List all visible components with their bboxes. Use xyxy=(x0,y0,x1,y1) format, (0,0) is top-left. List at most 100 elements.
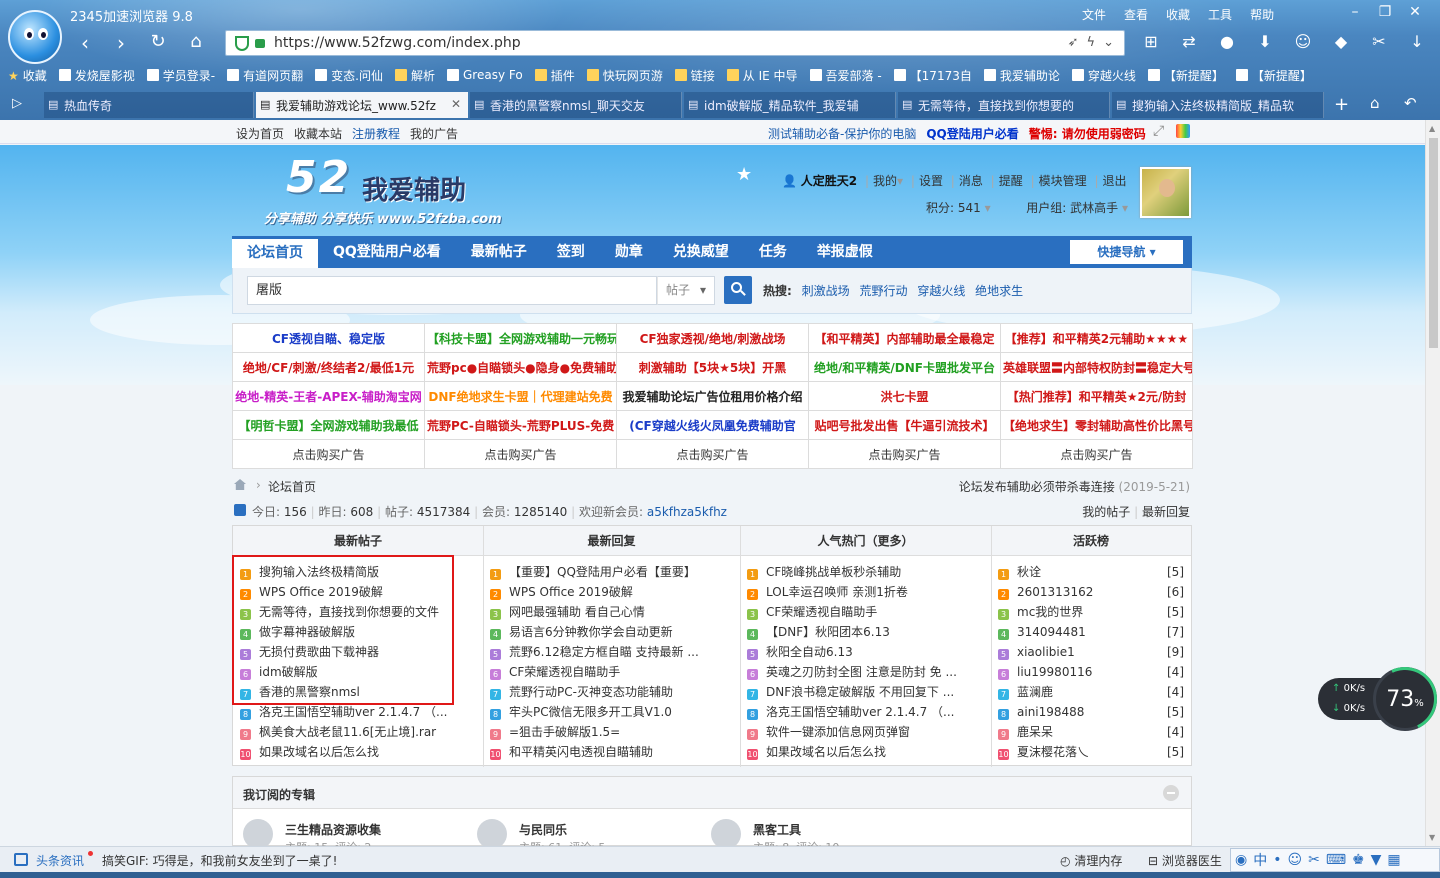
list-item[interactable]: 4 易语言6分钟教你学会自动更新 xyxy=(490,622,733,642)
nav-latest-posts[interactable]: 最新帖子 xyxy=(456,236,542,268)
register-guide-link[interactable]: 注册教程 xyxy=(352,125,400,142)
qq-login-notice-link[interactable]: QQ登陆用户必看 xyxy=(926,125,1018,142)
list-item[interactable]: 3 网吧最强辅助 看自己心情 xyxy=(490,602,733,622)
list-item[interactable]: 9 枫美食大战老鼠11.6[无止境].rar xyxy=(240,722,476,742)
active-user-item[interactable]: 4 314094481 [7] xyxy=(998,622,1184,642)
refresh-icon[interactable]: ↻ xyxy=(145,31,171,52)
latest-reply-link[interactable]: 最新回复 xyxy=(1142,505,1190,519)
post-title[interactable]: 荒野6.12稳定方框自瞄 支持最新 ... xyxy=(509,645,699,659)
hot-search-link[interactable]: 穿越火线 xyxy=(917,284,965,298)
bookmark-item[interactable]: 学员登录- xyxy=(146,67,215,84)
colorful-icon[interactable]: ◆ xyxy=(1330,32,1352,54)
active-user-item[interactable]: 9 鹿呆呆 [4] xyxy=(998,722,1184,742)
ad-cell[interactable]: 【科技卡盟】全网游戏辅助一元畅玩 xyxy=(424,323,617,353)
bookmark-item[interactable]: 快玩网页游 xyxy=(586,67,663,84)
nav-medals[interactable]: 勋章 xyxy=(600,236,658,268)
menu-file[interactable]: 文件 xyxy=(1082,6,1106,23)
bookmark-item[interactable]: 有道网页翻 xyxy=(227,67,303,84)
ad-cell[interactable]: (CF穿越火线火凤凰免费辅助官 xyxy=(616,410,809,440)
close-icon[interactable]: ✕ xyxy=(1400,4,1430,20)
menu-view[interactable]: 查看 xyxy=(1124,6,1148,23)
post-title[interactable]: WPS Office 2019破解 xyxy=(509,585,633,599)
list-item[interactable]: 10 如果改域名以后怎么找 xyxy=(240,742,476,762)
my-ads-link[interactable]: 我的广告 xyxy=(410,125,458,142)
download-icon[interactable]: ⬇ xyxy=(1254,32,1276,54)
list-item[interactable]: 1 CF晓峰挑战单板秒杀辅助 xyxy=(747,562,984,582)
active-user-name[interactable]: 2601313162 xyxy=(1017,585,1093,599)
nav-exchange[interactable]: 兑换威望 xyxy=(658,236,744,268)
scroll-thumb[interactable] xyxy=(1429,138,1438,348)
ad-cell[interactable]: 点击购买广告 xyxy=(1000,439,1193,469)
list-item[interactable]: 5 秋阳全自动6.13 xyxy=(747,642,984,662)
ad-cell[interactable]: 洪七卡盟 xyxy=(808,381,1001,411)
post-title[interactable]: 软件一键添加信息网页弹窗 xyxy=(766,725,910,739)
active-user-name[interactable]: 蓝澜鹿 xyxy=(1017,685,1053,699)
settings-link[interactable]: 设置 xyxy=(919,174,943,188)
post-title[interactable]: CF荣耀透视自瞄助手 xyxy=(509,665,620,679)
post-title[interactable]: 如果改域名以后怎么找 xyxy=(766,745,886,759)
list-item[interactable]: 5 荒野6.12稳定方框自瞄 支持最新 ... xyxy=(490,642,733,662)
ad-cell[interactable]: 【明哲卡盟】全网游戏辅助我最低 xyxy=(232,410,425,440)
avatar[interactable] xyxy=(1140,167,1191,218)
active-user-item[interactable]: 6 liu19980116 [4] xyxy=(998,662,1184,682)
col-header-hot[interactable]: 人气热门（更多） xyxy=(740,526,991,556)
post-title[interactable]: CF晓峰挑战单板秒杀辅助 xyxy=(766,565,901,579)
ad-cell[interactable]: 点击购买广告 xyxy=(424,439,617,469)
fullscreen-icon[interactable]: ⤢ xyxy=(1153,124,1167,138)
menu-favorites[interactable]: 收藏 xyxy=(1166,6,1190,23)
active-user-item[interactable]: 2 2601313162 [6] xyxy=(998,582,1184,602)
menu-tools[interactable]: 工具 xyxy=(1208,6,1232,23)
post-title[interactable]: 【DNF】秋阳团本6.13 xyxy=(766,625,890,639)
bookmark-item[interactable]: 解析 xyxy=(394,67,435,84)
bookmark-item[interactable]: 发烧屋影视 xyxy=(58,67,135,84)
module-manage-link[interactable]: 模块管理 xyxy=(1039,174,1087,188)
nav-report[interactable]: 举报虚假 xyxy=(802,236,888,268)
ad-cell[interactable]: CF独家透视/绝地/刺激战场 xyxy=(616,323,809,353)
active-user-name[interactable]: liu19980116 xyxy=(1017,665,1092,679)
hot-search-link[interactable]: 刺激战场 xyxy=(802,284,850,298)
bookmark-site-link[interactable]: 收藏本站 xyxy=(294,125,342,142)
tab-item[interactable]: ▤ 热血传奇 xyxy=(44,92,254,118)
post-title[interactable]: 网吧最强辅助 看自己心情 xyxy=(509,605,645,619)
post-title[interactable]: 枫美食大战老鼠11.6[无止境].rar xyxy=(259,725,436,739)
news-label[interactable]: 头条资讯 xyxy=(36,852,84,869)
active-user-item[interactable]: 7 蓝澜鹿 [4] xyxy=(998,682,1184,702)
ad-cell[interactable]: 荒野PC-自瞄锁头-荒野PLUS-免费 xyxy=(424,410,617,440)
active-user-item[interactable]: 1 秋诠 [5] xyxy=(998,562,1184,582)
back-icon[interactable]: ‹ xyxy=(72,31,98,55)
post-title[interactable]: 牢头PC微信无限多开工具V1.0 xyxy=(509,705,672,719)
home-icon[interactable]: ⌂ xyxy=(183,31,209,52)
minimize-icon[interactable]: – xyxy=(1340,4,1370,20)
scissors-icon[interactable]: ✂ xyxy=(1368,32,1390,54)
tab-item-active[interactable]: ▤ 我爱辅助游戏论坛_www.52fz ✕ xyxy=(256,92,468,118)
bookmark-item[interactable]: 吾爱部落 - xyxy=(809,67,882,84)
username-link[interactable]: 人定胜天2 xyxy=(801,174,857,188)
reminders-link[interactable]: 提醒 xyxy=(999,174,1023,188)
list-item[interactable]: 2 WPS Office 2019破解 xyxy=(490,582,733,602)
avatar-icon[interactable]: ☺ xyxy=(1292,32,1314,54)
collapse-icon[interactable] xyxy=(1163,785,1179,801)
bookmark-item[interactable]: 插件 xyxy=(534,67,575,84)
active-user-name[interactable]: mc我的世界 xyxy=(1017,605,1083,619)
ad-cell[interactable]: 【推荐】和平精英2元辅助★★★★ xyxy=(1000,323,1193,353)
ad-cell[interactable]: 绝地/和平精英/DNF卡盟批发平台 xyxy=(808,352,1001,382)
new-tab-icon[interactable]: + xyxy=(1334,94,1349,115)
nav-tasks[interactable]: 任务 xyxy=(744,236,802,268)
bookmark-item[interactable]: 【新提醒】 xyxy=(1235,67,1312,84)
ad-cell[interactable]: CF透视自瞄、稳定版 xyxy=(232,323,425,353)
site-logo-number[interactable]: 52 xyxy=(286,152,351,203)
active-user-item[interactable]: 3 mc我的世界 [5] xyxy=(998,602,1184,622)
search-type-select[interactable]: 帖子 ▾ xyxy=(657,276,715,305)
theme-icon[interactable] xyxy=(1176,124,1190,138)
breadcrumb-current[interactable]: 论坛首页 xyxy=(268,478,316,495)
download-arrow-icon[interactable]: ↓ xyxy=(1406,32,1428,54)
ad-cell[interactable]: 刺激辅助【5块★5块】开黑 xyxy=(616,352,809,382)
ime-toolbar[interactable]: ◉ 中 • ☺ ✂ ⌨ ♚ ▼ ▦ xyxy=(1230,848,1440,872)
active-user-name[interactable]: 314094481 xyxy=(1017,625,1086,639)
news-ticker[interactable]: 搞笑GIF: 巧得是，和我前女友坐到了一桌了! xyxy=(102,852,337,869)
weak-password-warning[interactable]: 警惕: 请勿使用弱密码 xyxy=(1029,125,1146,142)
tab-item[interactable]: ▤ idm破解版_精品软件_我爱辅 xyxy=(684,92,896,118)
points-link[interactable]: 积分: 541 xyxy=(926,201,981,215)
search-input[interactable]: 屠版 xyxy=(247,276,657,305)
list-item[interactable]: 9 软件一键添加信息网页弹窗 xyxy=(747,722,984,742)
